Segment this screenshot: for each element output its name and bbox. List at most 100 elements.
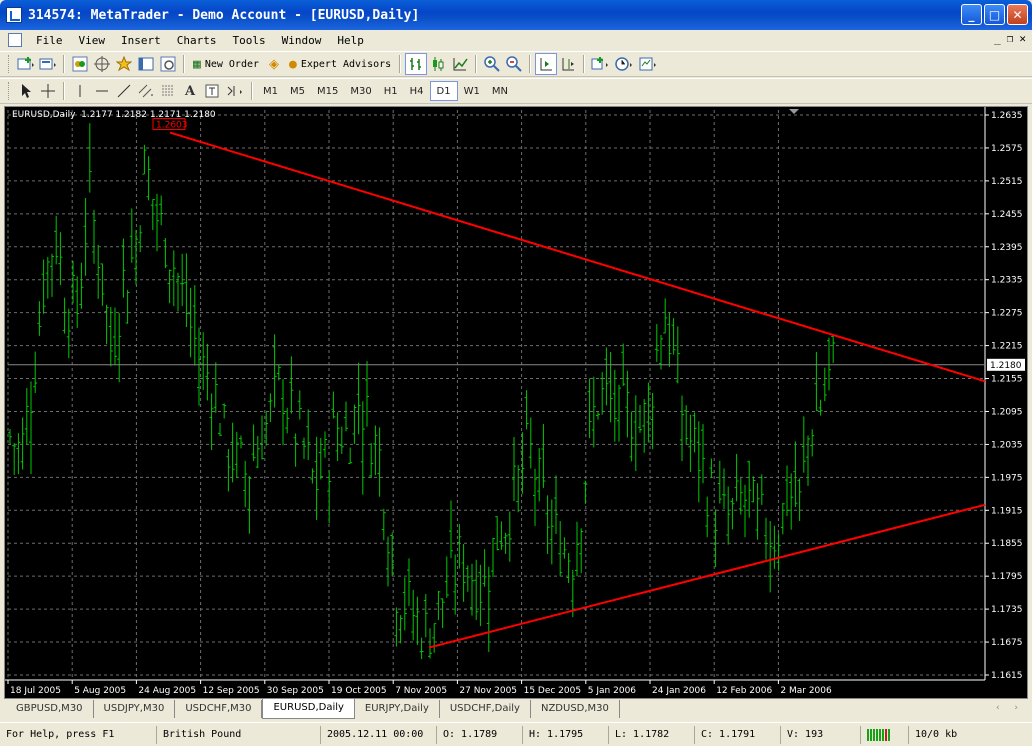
timeframe-w1[interactable]: W1 [458, 81, 486, 101]
metaeditor-icon[interactable]: ◈ [263, 53, 285, 75]
price-label: 1.1915 [991, 506, 1023, 516]
date-label: 5 Aug 2005 [74, 686, 126, 696]
terminal-icon[interactable] [135, 53, 157, 75]
status-low: L: 1.1782 [608, 725, 694, 744]
zoom-in-icon[interactable] [481, 53, 503, 75]
cursor-icon[interactable] [15, 80, 37, 102]
price-label: 1.1735 [991, 605, 1023, 615]
maximize-button[interactable]: □ [984, 4, 1005, 25]
price-label: 1.1615 [991, 671, 1023, 681]
profiles-icon[interactable] [37, 53, 59, 75]
fibonacci-icon[interactable] [157, 80, 179, 102]
timeframe-m15[interactable]: M15 [311, 81, 344, 101]
date-label: 12 Sep 2005 [203, 686, 260, 696]
vertical-line-icon[interactable] [69, 80, 91, 102]
new-chart-icon[interactable] [15, 53, 37, 75]
date-label: 12 Feb 2006 [716, 686, 772, 696]
equidistant-channel-icon[interactable] [135, 80, 157, 102]
tester-icon[interactable] [157, 53, 179, 75]
favorites-icon[interactable] [113, 53, 135, 75]
date-label: 24 Jan 2006 [652, 686, 706, 696]
objects-timeframes-toolbar: A M1 M5 M15 M30 H1 H4 D1 W1 MN [0, 78, 1032, 104]
status-traffic: 10/0 kb [908, 725, 994, 744]
timeframe-m1[interactable]: M1 [257, 81, 284, 101]
tab-usdchf-m30[interactable]: USDCHF,M30 [175, 700, 263, 718]
chart-shift-icon[interactable] [557, 53, 579, 75]
auto-scroll-icon[interactable] [535, 53, 558, 75]
menu-view[interactable]: View [71, 34, 114, 47]
date-label: 15 Dec 2005 [524, 686, 582, 696]
templates-icon[interactable] [637, 53, 661, 75]
close-button[interactable]: ✕ [1007, 4, 1028, 25]
timeframe-h1[interactable]: H1 [378, 81, 404, 101]
tab-scroll-arrows[interactable]: ‹ › [996, 703, 1024, 713]
new-order-icon: ▦ [193, 56, 201, 72]
price-label: 1.1975 [991, 473, 1023, 483]
chart-tabs: GBPUSD,M30 USDJPY,M30 USDCHF,M30 EURUSD,… [0, 699, 1032, 720]
status-datetime: 2005.12.11 00:00 [320, 725, 436, 744]
new-order-button[interactable]: ▦ New Order [189, 53, 263, 75]
price-label: 1.2155 [991, 375, 1023, 385]
date-label: 27 Nov 2005 [459, 686, 517, 696]
mdi-controls: _ ❐ ✕ [994, 32, 1026, 45]
tab-usdjpy-m30[interactable]: USDJPY,M30 [94, 700, 176, 718]
mdi-minimize-button[interactable]: _ [994, 32, 1001, 45]
menu-help[interactable]: Help [329, 34, 372, 47]
text-label-icon[interactable] [201, 80, 223, 102]
mdi-close-button[interactable]: ✕ [1019, 32, 1026, 45]
menu-file[interactable]: File [28, 34, 71, 47]
date-label: 30 Sep 2005 [267, 686, 324, 696]
horizontal-line-icon[interactable] [91, 80, 113, 102]
connection-status-icon [860, 725, 908, 744]
trendline-icon[interactable] [113, 80, 135, 102]
status-open: O: 1.1789 [436, 725, 522, 744]
tab-usdchf-daily[interactable]: USDCHF,Daily [440, 700, 531, 718]
price-label: 1.2095 [991, 407, 1023, 417]
chart-window[interactable]: 1.2635 1.2575 1.2515 1.2455 1.2395 1.2335 1.22… [4, 106, 1028, 699]
menu-charts[interactable]: Charts [169, 34, 225, 47]
timeframe-h4[interactable]: H4 [404, 81, 430, 101]
line-chart-icon[interactable] [449, 53, 471, 75]
menu-insert[interactable]: Insert [113, 34, 169, 47]
mdi-restore-button[interactable]: ❐ [1007, 32, 1014, 45]
toolbar-grip[interactable] [8, 82, 11, 100]
tab-eurusd-daily[interactable]: EURUSD,Daily [262, 699, 355, 719]
date-label: 5 Jan 2006 [588, 686, 636, 696]
navigator-icon[interactable] [91, 53, 113, 75]
indicators-icon[interactable] [589, 53, 613, 75]
high-marker-label: 1.2603 [156, 121, 188, 131]
periods-icon[interactable] [613, 53, 637, 75]
toolbar-grip[interactable] [8, 55, 11, 73]
price-label: 1.2455 [991, 210, 1023, 220]
zoom-out-icon[interactable] [503, 53, 525, 75]
minimize-button[interactable]: _ [961, 4, 982, 25]
candlestick-icon[interactable] [427, 53, 449, 75]
price-label: 1.1795 [991, 572, 1023, 582]
date-label: 7 Nov 2005 [395, 686, 447, 696]
price-chart[interactable]: 1.2635 1.2575 1.2515 1.2455 1.2395 1.2335 1.22… [5, 107, 1027, 698]
timeframe-d1[interactable]: D1 [429, 81, 458, 101]
timeframe-m30[interactable]: M30 [344, 81, 377, 101]
date-label: 19 Oct 2005 [331, 686, 387, 696]
timeframe-mn[interactable]: MN [486, 81, 514, 101]
price-label: 1.2575 [991, 144, 1023, 154]
tab-eurjpy-daily[interactable]: EURJPY,Daily [355, 700, 440, 718]
crosshair-icon[interactable] [37, 80, 59, 102]
arrows-icon[interactable] [223, 80, 247, 102]
menu-tools[interactable]: Tools [225, 34, 274, 47]
text-icon[interactable]: A [179, 80, 201, 102]
timeframe-m5[interactable]: M5 [284, 81, 311, 101]
document-icon[interactable] [8, 33, 22, 47]
menu-bar: File View Insert Charts Tools Window Hel… [0, 30, 1032, 50]
market-watch-icon[interactable] [69, 53, 91, 75]
tab-nzdusd-m30[interactable]: NZDUSD,M30 [531, 700, 620, 718]
status-volume: V: 193 [780, 725, 860, 744]
chart-ohlc-info: EURUSD,Daily 1.2177 1.2182 1.2171 1.2180 [12, 110, 216, 120]
expert-advisors-button[interactable]: ● Expert Advisors [285, 53, 395, 75]
tab-gbpusd-m30[interactable]: GBPUSD,M30 [6, 700, 94, 718]
price-label: 1.2275 [991, 309, 1023, 319]
expert-advisors-icon: ● [289, 56, 297, 72]
bar-chart-icon[interactable] [405, 53, 428, 75]
standard-toolbar: ▦ New Order ◈ ● Expert Advisors [0, 51, 1032, 77]
menu-window[interactable]: Window [274, 34, 330, 47]
